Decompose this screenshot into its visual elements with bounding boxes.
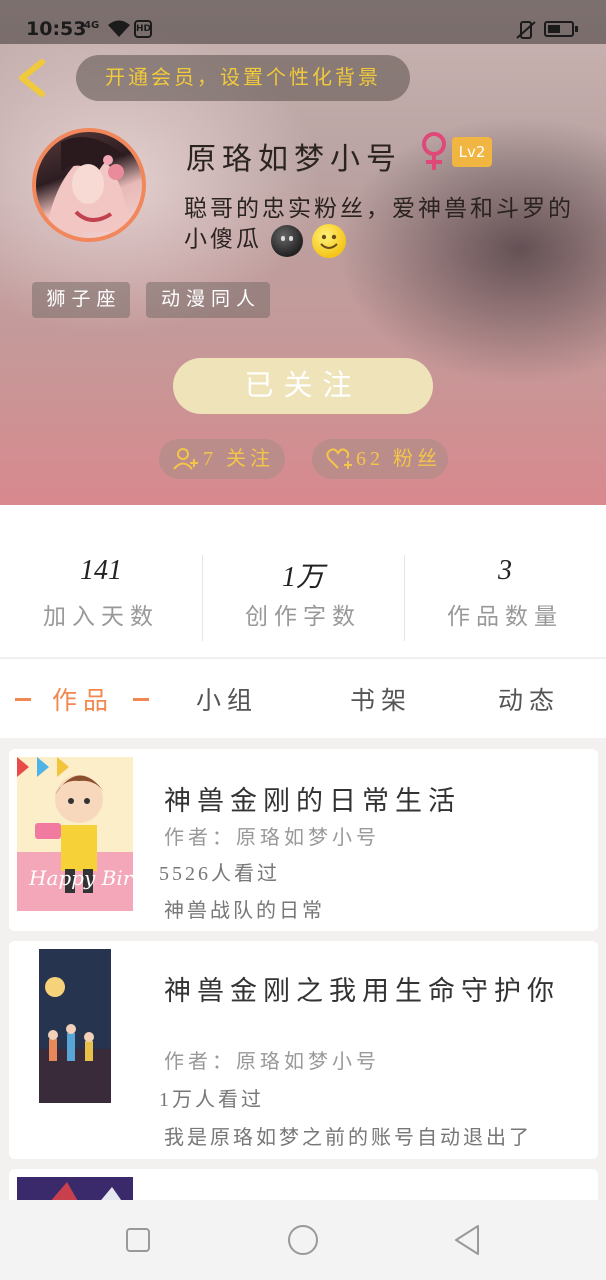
status-bar: 10:53 4G HD [0, 0, 606, 44]
stat-label: 加入天数 [43, 604, 159, 629]
female-gender-icon [422, 132, 446, 170]
work-title: 神兽金刚之我用生命守护你 [164, 976, 560, 1006]
work-views: 5526人看过 [159, 863, 280, 885]
tab-activity[interactable]: 动态 [498, 681, 560, 717]
work-card[interactable]: 神兽金刚之我用生命守护你 作者：原珞如梦小号 1万人看过 我是原珞如梦之前的账号… [9, 941, 598, 1159]
following-count: 7 关注 [203, 448, 274, 470]
following-count-button[interactable]: 7 关注 [159, 439, 285, 479]
username: 原珞如梦小号 [186, 143, 402, 176]
network-indicator: 4G [84, 20, 100, 31]
profile-bio: 聪哥的忠实粉丝，爱神兽和斗罗的小傻瓜 [184, 194, 584, 258]
profile-stats: 141 加入天数 1万 创作字数 3 作品数量 [0, 505, 606, 657]
back-triangle-icon[interactable] [448, 1220, 488, 1260]
back-arrow-icon[interactable] [12, 56, 56, 100]
add-user-icon [173, 448, 198, 470]
tag-zodiac: 狮子座 [32, 282, 130, 318]
stat-value: 1万 [281, 562, 324, 593]
recent-apps-icon[interactable] [118, 1220, 158, 1260]
work-title: 神兽金刚的日常生活 [164, 786, 461, 816]
active-tab-indicator [133, 698, 149, 701]
avatar[interactable] [32, 128, 146, 242]
cover-text: Happy Birthday [28, 866, 133, 890]
stat-value: 141 [80, 555, 122, 586]
vibrate-off-icon [516, 21, 536, 39]
home-icon[interactable] [283, 1220, 323, 1260]
stat-works-count: 3 作品数量 [404, 555, 606, 631]
dark-moon-emoji-icon [270, 225, 303, 257]
fans-count-button[interactable]: 62 粉丝 [312, 439, 448, 479]
fans-count: 62 粉丝 [356, 448, 441, 470]
profile-tabs: 作品 小组 书架 动态 [0, 658, 606, 738]
hd-voice-icon: HD [134, 20, 152, 38]
stat-value: 3 [498, 555, 512, 586]
work-views: 1万人看过 [159, 1089, 264, 1111]
work-cover-image: Happy Birthday [17, 757, 133, 911]
wifi-icon [108, 20, 130, 37]
level-badge: Lv2 [452, 137, 492, 167]
work-card[interactable]: Happy Birthday 神兽金刚的日常生活 作者：原珞如梦小号 5526人… [9, 749, 598, 931]
tab-bookshelf[interactable]: 书架 [350, 681, 412, 717]
vip-banner-button[interactable]: 开通会员，设置个性化背景 [76, 55, 410, 101]
tab-works[interactable]: 作品 [52, 681, 114, 717]
work-author: 作者：原珞如梦小号 [164, 827, 380, 849]
tag-interest: 动漫同人 [146, 282, 270, 318]
battery-tip [575, 26, 578, 32]
stat-label: 作品数量 [447, 604, 563, 629]
work-description: 我是原珞如梦之前的账号自动退出了 [164, 1127, 532, 1149]
followed-button[interactable]: 已关注 [173, 358, 433, 414]
work-author: 作者：原珞如梦小号 [164, 1051, 380, 1073]
stat-label: 创作字数 [245, 604, 361, 629]
status-time: 10:53 [26, 18, 87, 40]
stat-word-count: 1万 创作字数 [202, 555, 404, 631]
battery-icon [544, 21, 574, 37]
active-tab-indicator [15, 698, 31, 701]
work-cover-image [39, 949, 111, 1103]
tab-groups[interactable]: 小组 [196, 681, 258, 717]
smiley-emoji-icon [311, 224, 346, 258]
work-description: 神兽战队的日常 [164, 900, 325, 922]
heart-plus-icon [326, 448, 352, 469]
system-navigation-bar [0, 1200, 606, 1280]
bio-text: 聪哥的忠实粉丝，爱神兽和斗罗的小傻瓜 [184, 196, 574, 252]
stat-join-days: 141 加入天数 [0, 555, 202, 631]
